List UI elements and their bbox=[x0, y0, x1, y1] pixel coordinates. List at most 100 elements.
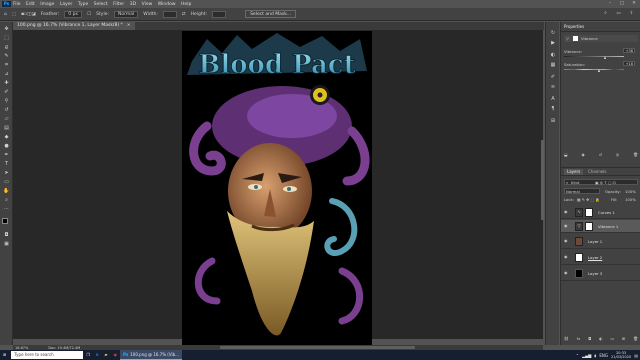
visibility-icon[interactable]: ◎ bbox=[616, 152, 619, 159]
language-indicator[interactable]: ENG bbox=[599, 353, 608, 358]
chrome-icon[interactable]: ◉ bbox=[111, 350, 121, 360]
quick-select-tool-icon[interactable]: ✎ bbox=[3, 53, 10, 60]
vibrance-slider-thumb[interactable] bbox=[603, 56, 606, 59]
paragraph-panel-icon[interactable]: ¶ bbox=[549, 106, 557, 113]
saturation-slider[interactable] bbox=[564, 69, 624, 70]
layer-mask-thumbnail[interactable] bbox=[585, 222, 593, 231]
layer-row-curves[interactable]: ◉ ∿ Curves 1 bbox=[561, 206, 640, 219]
history-brush-tool-icon[interactable]: ↺ bbox=[3, 107, 10, 114]
doc-info[interactable]: Doc: 19.4M/72.4M bbox=[48, 346, 80, 350]
close-tab-icon[interactable]: × bbox=[127, 22, 131, 30]
tray-expand-icon[interactable]: ⌃ bbox=[576, 353, 579, 358]
clip-icon[interactable]: ⬓ bbox=[564, 152, 568, 159]
brush-tool-icon[interactable]: ✐ bbox=[3, 89, 10, 96]
edge-icon[interactable]: e bbox=[93, 350, 101, 360]
screen-mode-icon[interactable]: ▣ bbox=[3, 241, 10, 248]
more-tools-icon[interactable]: ⋯ bbox=[3, 206, 10, 213]
tab-channels[interactable]: Channels bbox=[588, 169, 607, 175]
dodge-tool-icon[interactable]: ● bbox=[3, 143, 10, 150]
link-icon[interactable]: ⛓ bbox=[564, 336, 569, 343]
marquee-tool-icon[interactable]: ⬚ bbox=[12, 12, 16, 17]
menu-select[interactable]: Select bbox=[94, 2, 108, 7]
width-input[interactable] bbox=[162, 10, 177, 18]
delete-layer-icon[interactable]: 🗑 bbox=[633, 336, 638, 343]
workspace-icon[interactable]: ▭ bbox=[614, 10, 623, 18]
layer-row-layer3[interactable]: ◉ Layer 3 bbox=[561, 266, 640, 281]
menu-layer[interactable]: Layer bbox=[60, 2, 73, 7]
character-panel-icon[interactable]: A bbox=[549, 96, 557, 103]
antialias-checkbox[interactable]: ☐ bbox=[87, 12, 91, 17]
feather-input[interactable]: 0 px bbox=[64, 10, 83, 18]
maximize-icon[interactable]: □ bbox=[616, 0, 628, 8]
search-icon[interactable]: ⌕ bbox=[601, 10, 610, 18]
vibrance-value[interactable]: +38 bbox=[623, 48, 635, 53]
brush-panel-icon[interactable]: ✐ bbox=[549, 74, 557, 81]
visibility-eye-icon[interactable]: ◉ bbox=[564, 224, 569, 228]
taskbar-search[interactable]: Type here to search bbox=[11, 351, 84, 359]
visibility-eye-icon[interactable]: ◉ bbox=[564, 255, 569, 259]
eyedropper-tool-icon[interactable]: ⊿ bbox=[3, 71, 10, 78]
menu-3d[interactable]: 3D bbox=[130, 2, 136, 7]
crop-tool-icon[interactable]: ⌗ bbox=[3, 62, 10, 69]
share-icon[interactable]: ⇪ bbox=[627, 10, 636, 18]
adjustment-layer-icon[interactable]: ◐ bbox=[599, 336, 602, 343]
group-icon[interactable]: ▭ bbox=[611, 336, 615, 343]
artwork-canvas[interactable]: Blood Pact bbox=[182, 31, 372, 345]
swap-icon[interactable]: ⇄ bbox=[182, 12, 186, 17]
eraser-tool-icon[interactable]: ▱ bbox=[3, 116, 10, 123]
clock[interactable]: 20:33 21/03/2020 bbox=[611, 351, 631, 359]
brush-settings-icon[interactable]: ≋ bbox=[549, 84, 557, 91]
fill-value[interactable]: 100% bbox=[625, 197, 636, 202]
kind-filter[interactable]: Kind bbox=[571, 180, 579, 185]
layer-row-vibrance[interactable]: ◉ ▽ Vibrance 1 bbox=[561, 220, 640, 233]
mask-icon[interactable] bbox=[573, 36, 578, 41]
horizontal-scrollbar[interactable] bbox=[220, 346, 415, 349]
menu-help[interactable]: Help bbox=[181, 2, 191, 7]
hand-tool-icon[interactable]: ✋ bbox=[3, 188, 10, 195]
foreground-color-swatch[interactable] bbox=[2, 218, 8, 224]
layer-row-layer1[interactable]: ◉ Layer 1 bbox=[561, 234, 640, 249]
blend-mode-select[interactable]: Normal bbox=[564, 188, 600, 194]
saturation-value[interactable]: +18 bbox=[623, 61, 635, 66]
network-icon[interactable]: ▂▄▆ bbox=[582, 353, 591, 358]
layer-mask-thumbnail[interactable] bbox=[585, 208, 593, 217]
filter-icons[interactable]: ▣ ◎ T ▢ ⊡ bbox=[595, 180, 616, 185]
tab-properties[interactable]: Properties bbox=[564, 24, 584, 30]
swatches-panel-icon[interactable]: ▦ bbox=[549, 62, 557, 69]
document-tab[interactable]: 100.png @ 16.7% (Vibrance 1, Layer Mask/… bbox=[13, 22, 135, 30]
menu-window[interactable]: Window bbox=[158, 2, 176, 7]
fx-icon[interactable]: fx bbox=[577, 336, 581, 343]
visibility-eye-icon[interactable]: ◉ bbox=[564, 239, 569, 243]
minimize-icon[interactable]: – bbox=[604, 0, 616, 8]
style-select[interactable]: Normal bbox=[113, 10, 139, 18]
add-mask-icon[interactable]: ◘ bbox=[588, 336, 591, 343]
zoom-tool-icon[interactable]: ⌕ bbox=[3, 197, 10, 204]
path-select-tool-icon[interactable]: ➤ bbox=[3, 170, 10, 177]
quick-mask-icon[interactable]: ◘ bbox=[3, 232, 10, 239]
marquee-tool-icon[interactable]: ⬚ bbox=[3, 35, 10, 42]
lock-icons[interactable]: ▦ ✎ ✥ ⬚ 🔒 bbox=[577, 197, 600, 202]
stamp-tool-icon[interactable]: ⚲ bbox=[3, 98, 10, 105]
view-previous-icon[interactable]: ◉ bbox=[582, 152, 585, 159]
gradient-tool-icon[interactable]: ▤ bbox=[3, 125, 10, 132]
glyphs-panel-icon[interactable]: ⊞ bbox=[549, 118, 557, 125]
lasso-tool-icon[interactable]: ϱ bbox=[3, 44, 10, 51]
layer-row-layer2[interactable]: ◉ Layer 2 bbox=[561, 250, 640, 265]
menu-view[interactable]: View bbox=[142, 2, 153, 7]
move-tool-icon[interactable]: ✥ bbox=[3, 26, 10, 33]
layer-filter[interactable]: ⌕ Kind ▣ ◎ T ▢ ⊡ bbox=[564, 179, 638, 185]
menu-image[interactable]: Image bbox=[40, 2, 54, 7]
actions-panel-icon[interactable]: ▶ bbox=[549, 40, 557, 47]
zoom-level[interactable]: 16.67% bbox=[15, 346, 28, 350]
menu-edit[interactable]: Edit bbox=[26, 2, 35, 7]
menu-file[interactable]: File bbox=[13, 2, 21, 7]
healing-tool-icon[interactable]: ✚ bbox=[3, 80, 10, 87]
selection-mode-icons[interactable]: ▪▫◫◪ bbox=[21, 12, 36, 17]
vibrance-slider[interactable] bbox=[564, 56, 624, 57]
new-layer-icon[interactable]: ⊞ bbox=[622, 336, 625, 343]
visibility-eye-icon[interactable]: ◉ bbox=[564, 210, 569, 214]
home-icon[interactable]: ⌂ bbox=[4, 12, 7, 17]
vertical-scrollbar[interactable] bbox=[541, 140, 544, 220]
menu-type[interactable]: Type bbox=[78, 2, 88, 7]
task-view-icon[interactable]: ❐ bbox=[83, 350, 93, 360]
